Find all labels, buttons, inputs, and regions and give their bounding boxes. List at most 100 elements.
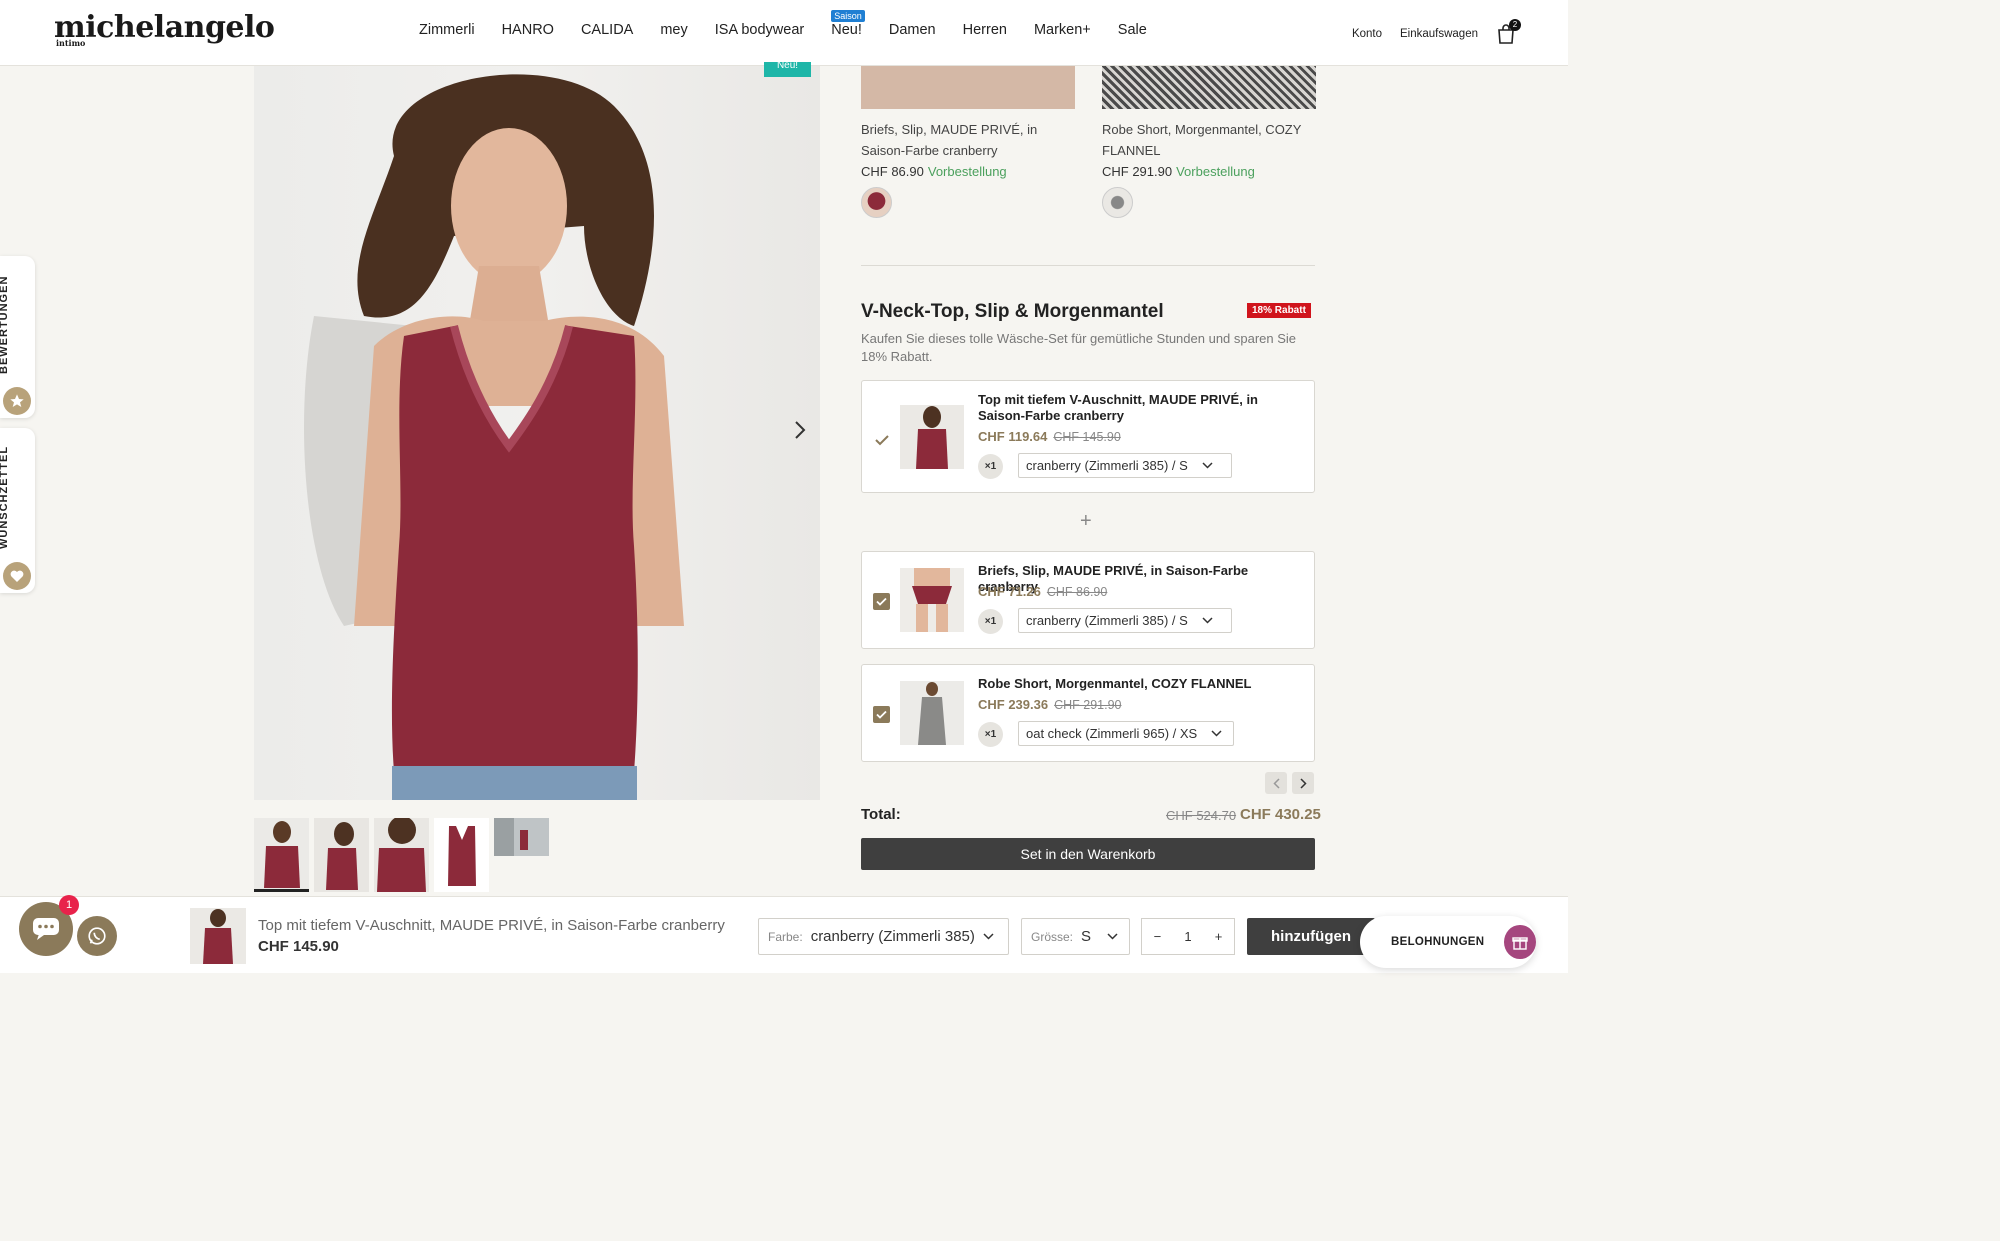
variant-select[interactable]: oat check (Zimmerli 965) / XS (1018, 721, 1234, 746)
chevron-down-icon (1202, 462, 1213, 469)
thumbnail-4[interactable] (434, 818, 489, 892)
nav-item-damen[interactable]: Damen (889, 22, 936, 38)
logo[interactable]: michelangelo (54, 10, 275, 45)
bundle-pager (1265, 772, 1314, 794)
add-to-cart-button[interactable]: hinzufügen (1247, 918, 1375, 955)
color-swatch[interactable] (861, 187, 892, 218)
chevron-down-icon (1107, 933, 1118, 940)
new-badge: Neu! (764, 61, 811, 77)
related-product-name[interactable]: Robe Short, Morgenmantel, COZY FLANNEL (1102, 119, 1316, 161)
nav-item-sale[interactable]: Sale (1118, 22, 1147, 38)
nav-item-herren[interactable]: Herren (963, 22, 1007, 38)
variant-select[interactable]: cranberry (Zimmerli 385) / S (1018, 453, 1232, 478)
related-product-image[interactable] (1102, 66, 1316, 109)
wishlist-tab[interactable]: WUNSCHZETTEL (0, 428, 35, 593)
check-icon (873, 431, 890, 448)
thumbnail-2[interactable] (314, 818, 369, 892)
gift-icon (1504, 925, 1536, 959)
heart-icon (3, 562, 31, 590)
preorder-status: Vorbestellung (927, 164, 1007, 179)
bundle-item-3: Robe Short, Morgenmantel, COZY FLANNEL C… (861, 664, 1315, 762)
related-product-name[interactable]: Briefs, Slip, MAUDE PRIVÉ, in Saison-Far… (861, 119, 1075, 161)
whatsapp-button[interactable] (77, 916, 117, 956)
section-divider (861, 265, 1315, 266)
quantity-badge: ×1 (978, 722, 1003, 747)
bundle-item-image[interactable] (900, 568, 964, 632)
quantity-decrease-button[interactable]: − (1154, 929, 1162, 944)
rewards-label: BELOHNUNGEN (1391, 936, 1485, 948)
size-select[interactable]: Grösse: S (1021, 918, 1130, 955)
nav-item-calida[interactable]: CALIDA (581, 22, 633, 38)
color-select-label: Farbe: (768, 929, 803, 944)
bundle-item-name[interactable]: Top mit tiefem V-Auschnitt, MAUDE PRIVÉ,… (978, 392, 1308, 424)
bundle-item-price: CHF 119.64 CHF 145.90 (978, 429, 1121, 444)
bundle-item-name[interactable]: Robe Short, Morgenmantel, COZY FLANNEL (978, 676, 1308, 692)
quantity-value[interactable]: 1 (1184, 929, 1191, 944)
nav-item-zimmerli[interactable]: Zimmerli (419, 22, 475, 38)
nav-item-mey[interactable]: mey (660, 22, 687, 38)
bundle-item-1: Top mit tiefem V-Auschnitt, MAUDE PRIVÉ,… (861, 380, 1315, 493)
rewards-button[interactable]: BELOHNUNGEN (1360, 916, 1536, 968)
size-select-value: S (1081, 928, 1092, 945)
thumbnail-1[interactable] (254, 818, 309, 892)
sticky-product-price: CHF 145.90 (258, 938, 339, 955)
variant-value: cranberry (Zimmerli 385) / S (1026, 613, 1188, 628)
variant-select[interactable]: cranberry (Zimmerli 385) / S (1018, 608, 1232, 633)
color-swatch[interactable] (1102, 187, 1133, 218)
nav-item-hanro[interactable]: HANRO (502, 22, 554, 38)
add-set-to-cart-button[interactable]: Set in den Warenkorb (861, 838, 1315, 870)
chevron-right-icon (1299, 777, 1307, 789)
bundle-item-price: CHF 71.26 CHF 86.90 (978, 584, 1108, 599)
total-label: Total: (861, 806, 901, 823)
thumbnail-5[interactable] (494, 818, 549, 856)
nav-item-neu[interactable]: Saison Neu! (831, 10, 865, 38)
reviews-tab[interactable]: BEWERTUNGEN (0, 256, 35, 418)
quantity-badge: ×1 (978, 454, 1003, 479)
chevron-down-icon (1202, 617, 1213, 624)
logo-subtitle: intimo (56, 38, 86, 48)
related-product-image[interactable] (861, 66, 1075, 109)
variant-value: oat check (Zimmerli 965) / XS (1026, 726, 1198, 741)
reviews-tab-label: BEWERTUNGEN (0, 275, 10, 374)
sticky-product-name: Top mit tiefem V-Auschnitt, MAUDE PRIVÉ,… (258, 917, 725, 934)
gallery-next-button[interactable] (780, 410, 820, 450)
prev-button[interactable] (1265, 772, 1287, 794)
nav-item-isa-bodywear[interactable]: ISA bodywear (715, 22, 804, 38)
bundle-item-2: Briefs, Slip, MAUDE PRIVÉ, in Saison-Far… (861, 551, 1315, 649)
chat-unread-badge: 1 (59, 895, 79, 915)
gallery-thumbnails (254, 818, 549, 892)
related-product-price: CHF 291.90 Vorbestellung (1102, 164, 1255, 179)
bundle-item-image[interactable] (900, 681, 964, 745)
checkbox-checked-icon[interactable] (873, 593, 890, 610)
next-button[interactable] (1292, 772, 1314, 794)
chevron-down-icon (983, 933, 994, 940)
sticky-product-image (190, 908, 246, 964)
related-product-1[interactable]: Briefs, Slip, MAUDE PRIVÉ, in Saison-Far… (861, 66, 1075, 218)
bundle-description: Kaufen Sie dieses tolle Wäsche-Set für g… (861, 331, 1297, 364)
whatsapp-icon (88, 927, 106, 945)
bundle-title: V-Neck-Top, Slip & Morgenmantel (861, 301, 1164, 322)
main-nav: Zimmerli HANRO CALIDA mey ISA bodywear S… (419, 10, 1174, 38)
thumbnail-3[interactable] (374, 818, 429, 892)
related-product-price: CHF 86.90 Vorbestellung (861, 164, 1007, 179)
header-actions: Konto Einkaufswagen 2 (1352, 19, 1521, 44)
chevron-right-icon (795, 421, 806, 439)
nav-item-marken[interactable]: Marken+ (1034, 22, 1091, 38)
related-product-2[interactable]: Robe Short, Morgenmantel, COZY FLANNEL C… (1102, 66, 1316, 218)
plus-separator: + (1080, 510, 1092, 532)
cart-bag-icon[interactable]: 2 (1496, 19, 1521, 44)
product-main-image[interactable] (254, 66, 820, 800)
discount-badge: 18% Rabatt (1247, 303, 1311, 318)
preorder-status: Vorbestellung (1176, 164, 1255, 179)
size-select-label: Grösse: (1031, 929, 1074, 944)
variant-value: cranberry (Zimmerli 385) / S (1026, 458, 1188, 473)
quantity-stepper: − 1 + (1141, 918, 1235, 955)
account-link[interactable]: Konto (1352, 28, 1382, 40)
cart-link[interactable]: Einkaufswagen (1400, 28, 1478, 40)
quantity-increase-button[interactable]: + (1215, 929, 1223, 944)
checkbox-checked-icon[interactable] (873, 706, 890, 723)
chevron-left-icon (1272, 777, 1280, 789)
bundle-item-image[interactable] (900, 405, 964, 469)
color-select[interactable]: Farbe: cranberry (Zimmerli 385) (758, 918, 1009, 955)
total-new-price: CHF 430.25 (1240, 806, 1321, 823)
